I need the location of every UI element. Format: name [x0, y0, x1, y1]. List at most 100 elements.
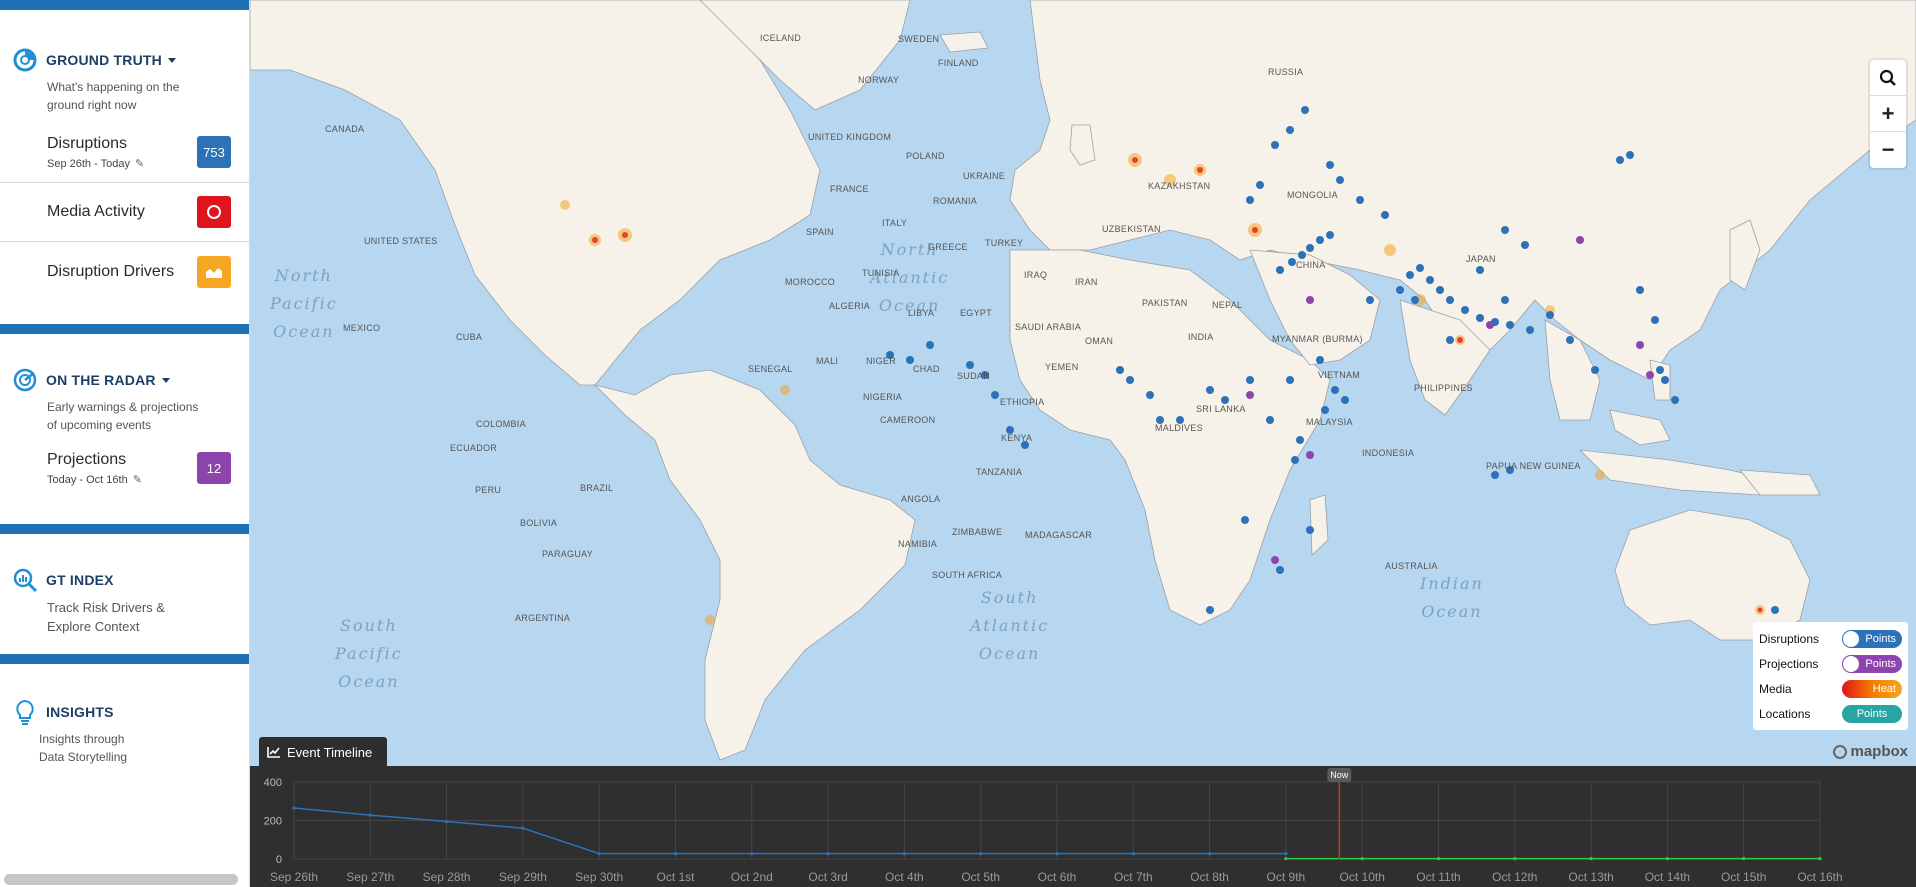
magnifier-chart-icon — [13, 568, 38, 593]
country-label: PAKISTAN — [1142, 298, 1188, 308]
disruptions-point — [1284, 852, 1288, 856]
world-map[interactable]: North Pacific Ocean North Atlantic Ocean Sou… — [250, 0, 1916, 766]
x-date-label: Oct 1st — [656, 870, 695, 884]
event-timeline-label: Event Timeline — [287, 744, 373, 760]
x-date-label: Sep 29th — [499, 870, 547, 884]
gt-index-subtitle: Track Risk Drivers & Explore Context — [0, 598, 249, 636]
legend-projections-label: Projections — [1759, 656, 1819, 671]
x-date-label: Oct 4th — [885, 870, 924, 884]
legend-locations-label: Locations — [1759, 706, 1811, 721]
disruptions-row[interactable]: Disruptions Sep 26th - Today ✎ 753 — [0, 122, 249, 182]
ocean-label-indian: Indian Ocean — [1420, 574, 1484, 621]
disruptions-point — [750, 852, 754, 856]
mapbox-logo-icon — [1833, 744, 1848, 759]
country-label: SUDAN — [957, 371, 991, 381]
ground-truth-icon — [13, 48, 37, 72]
on-the-radar-subtitle: Early warnings & projections of upcoming… — [0, 398, 249, 434]
x-date-label: Oct 15th — [1721, 870, 1766, 884]
ocean-label-south-pacific: South Pacific Ocean — [335, 616, 403, 691]
disruption-drivers-badge[interactable] — [197, 256, 231, 288]
x-date-label: Sep 28th — [423, 870, 471, 884]
event-timeline[interactable]: 400 200 0 Sep 26th Sep 27th Sep 28th Sep 29th S… — [250, 766, 1916, 887]
country-label: COLOMBIA — [476, 419, 526, 429]
projections-point — [1665, 857, 1669, 861]
country-label: BOLIVIA — [520, 518, 558, 528]
insights-title: INSIGHTS — [46, 704, 114, 720]
disruption-drivers-row[interactable]: Disruption Drivers — [0, 242, 249, 302]
country-label: ZIMBABWE — [952, 527, 1003, 537]
gt-index-subtitle-line1: Track Risk Drivers & — [47, 600, 165, 615]
edit-icon[interactable]: ✎ — [133, 473, 142, 486]
zoom-in-button[interactable]: + — [1870, 96, 1906, 132]
ground-truth-subtitle-line1: What's happening on the — [47, 80, 180, 94]
disruptions-point — [597, 852, 601, 856]
on-the-radar-header[interactable]: ON THE RADAR — [0, 362, 249, 398]
media-activity-row[interactable]: Media Activity — [0, 183, 249, 241]
projections-point — [1589, 857, 1593, 861]
projections-point — [1436, 857, 1441, 861]
disruptions-point — [902, 852, 907, 856]
toggle-label: Points — [1865, 657, 1896, 670]
disruptions-point — [1208, 852, 1212, 856]
country-label: MEXICO — [343, 323, 381, 333]
projections-point — [1513, 857, 1517, 861]
y-tick-label: 400 — [264, 777, 282, 789]
country-label: IRAQ — [1024, 270, 1048, 280]
disruptions-layer-toggle[interactable]: Points — [1842, 629, 1902, 648]
media-layer-toggle[interactable]: Heat — [1842, 679, 1902, 698]
media-activity-badge[interactable] — [197, 196, 231, 228]
map-search-button[interactable] — [1870, 60, 1906, 96]
country-label: ANGOLA — [901, 494, 941, 504]
country-label: OMAN — [1085, 336, 1114, 346]
country-label: MOROCCO — [785, 277, 836, 287]
country-label: CHINA — [1296, 260, 1326, 270]
x-date-label: Sep 27th — [346, 870, 394, 884]
event-timeline-tab[interactable]: Event Timeline — [259, 737, 387, 767]
country-label: ALGERIA — [829, 301, 871, 311]
ocean-label-north-pacific: North Pacific Ocean — [270, 266, 338, 341]
country-label: ICELAND — [760, 33, 802, 43]
country-label: INDIA — [1188, 332, 1214, 342]
projections-row[interactable]: Projections Today - Oct 16th ✎ 12 — [0, 438, 249, 498]
disruptions-point — [1131, 852, 1135, 856]
country-label: NAMIBIA — [898, 539, 938, 549]
insights-subtitle-line1: Insights through — [39, 732, 125, 746]
locations-layer-toggle[interactable]: Points — [1842, 704, 1902, 723]
edit-icon[interactable]: ✎ — [135, 157, 144, 170]
search-icon — [1879, 69, 1896, 86]
chevron-down-icon[interactable] — [161, 377, 170, 383]
disruptions-point — [521, 826, 525, 830]
country-label: PERU — [475, 485, 502, 495]
now-label: Now — [1330, 770, 1349, 780]
country-label: PAPUA NEW GUINEA — [1486, 461, 1581, 471]
country-label: MYANMAR (BURMA) — [1272, 334, 1363, 344]
sidebar-scrollbar[interactable] — [4, 874, 238, 885]
radar-icon — [13, 368, 37, 392]
projections-layer-toggle[interactable]: Points — [1842, 654, 1902, 673]
disruptions-label: Disruptions — [47, 134, 128, 152]
zoom-out-button[interactable]: − — [1870, 132, 1906, 168]
legend-row-locations: Locations Points — [1759, 701, 1902, 726]
timeline-chart[interactable]: 400 200 0 Sep 26th Sep 27th Sep 28th Sep 29th S… — [250, 766, 1916, 887]
legend-row-projections: Projections Points — [1759, 651, 1902, 676]
ground-truth-header[interactable]: GROUND TRUTH — [0, 42, 249, 78]
disruptions-date-text: Sep 26th - Today — [47, 157, 130, 170]
disruptions-count-badge[interactable]: 753 — [197, 136, 231, 168]
x-date-label: Oct 7th — [1114, 870, 1153, 884]
insights-header[interactable]: INSIGHTS — [0, 694, 249, 730]
on-the-radar-subtitle-line1: Early warnings & projections — [47, 400, 199, 414]
gt-index-header[interactable]: GT INDEX — [0, 562, 249, 598]
country-label: UZBEKISTAN — [1102, 224, 1161, 234]
projections-count-badge[interactable]: 12 — [197, 452, 231, 484]
x-date-label: Oct 3rd — [808, 870, 847, 884]
x-date-label: Oct 11th — [1416, 870, 1460, 884]
country-label: SENEGAL — [748, 364, 793, 374]
country-label: ECUADOR — [450, 443, 498, 453]
mapbox-attribution[interactable]: mapbox — [1833, 743, 1908, 760]
sidebar: GROUND TRUTH What's happening on the gro… — [0, 0, 250, 887]
chevron-down-icon[interactable] — [167, 57, 176, 63]
on-the-radar-subtitle-line2: of upcoming events — [47, 418, 152, 432]
map-base — [250, 0, 1916, 761]
country-label: ETHIOPIA — [1000, 397, 1045, 407]
country-label: UNITED STATES — [364, 236, 438, 246]
